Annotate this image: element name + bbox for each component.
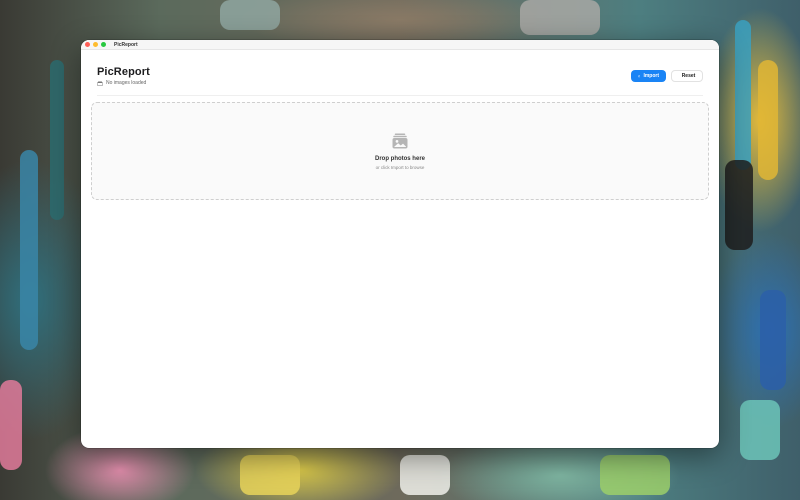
status-line: No images loaded [97, 80, 150, 86]
zoom-window-button[interactable] [101, 42, 106, 47]
wallpaper-streak [20, 150, 38, 350]
title-bar[interactable]: PicReport [81, 40, 719, 50]
wallpaper-streak [760, 290, 786, 390]
wallpaper-streak [520, 0, 600, 35]
wallpaper-streak [50, 60, 64, 220]
wallpaper-streak [400, 455, 450, 495]
title-block: PicReport No images loaded [97, 66, 150, 86]
import-button[interactable]: Import [631, 70, 666, 82]
photo-dropzone[interactable]: Drop photos here or click Import to brow… [91, 102, 709, 200]
wallpaper-streak [725, 160, 753, 250]
dropzone-hint: or click Import to browse [375, 165, 425, 170]
wallpaper-streak [735, 20, 751, 170]
photo-stack-icon [97, 80, 103, 86]
app-window: PicReport PicReport No images loaded Imp… [81, 40, 719, 448]
wallpaper-streak [600, 455, 670, 495]
reset-button-label: Reset [681, 73, 696, 79]
wallpaper-streak [220, 0, 280, 30]
window-controls [85, 42, 106, 47]
reset-button[interactable]: Reset [671, 70, 703, 82]
wallpaper-streak [758, 60, 778, 180]
close-window-button[interactable] [85, 42, 90, 47]
minimize-window-button[interactable] [93, 42, 98, 47]
import-tray-icon [638, 75, 641, 78]
wallpaper-streak [740, 400, 780, 460]
photo-stack-icon [392, 133, 408, 149]
window-title: PicReport [114, 41, 138, 48]
image-count-status: No images loaded [106, 80, 147, 86]
dropzone-title: Drop photos here [374, 156, 425, 162]
page-title: PicReport [97, 66, 150, 78]
wallpaper-streak [240, 455, 300, 495]
app-header: PicReport No images loaded Import Reset [97, 66, 703, 96]
wallpaper-streak [0, 380, 22, 470]
import-button-label: Import [643, 73, 659, 79]
toolbar: Import Reset [631, 70, 703, 82]
